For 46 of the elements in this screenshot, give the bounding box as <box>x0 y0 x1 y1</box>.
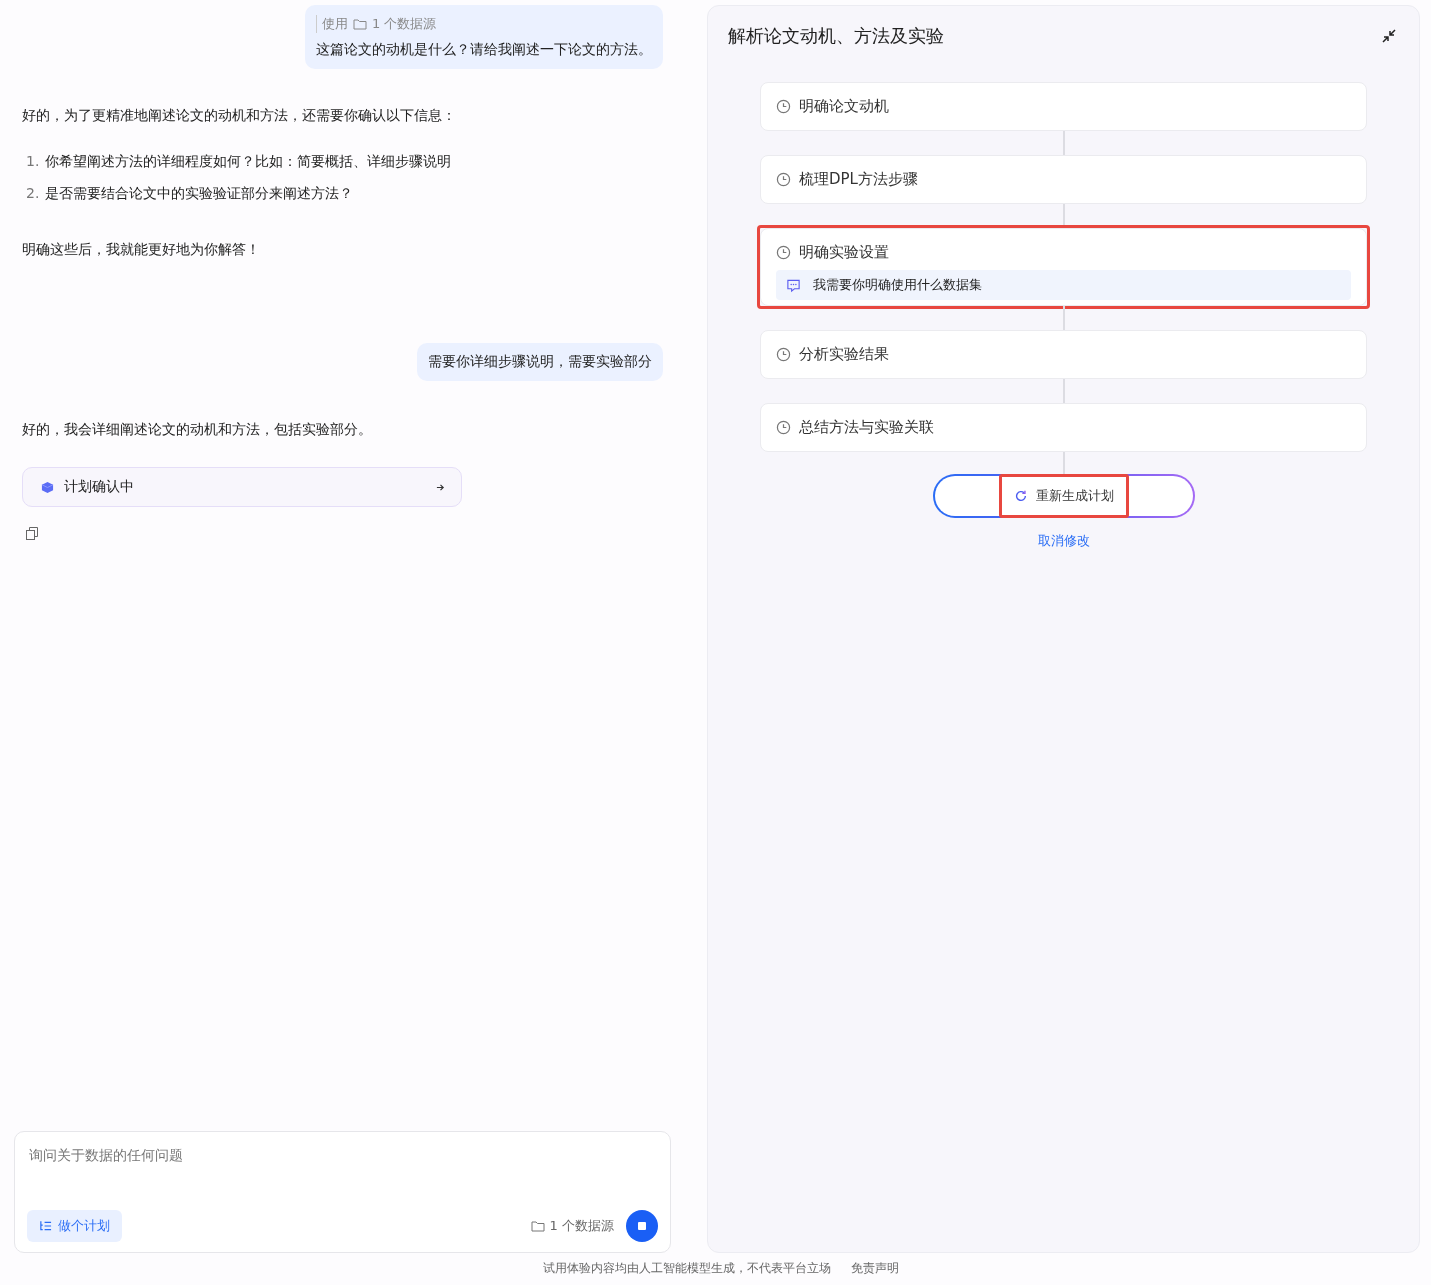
step-label: 总结方法与实验关联 <box>799 418 934 437</box>
source-label: 1 个数据源 <box>372 15 437 33</box>
data-source-label: 1 个数据源 <box>549 1217 614 1235</box>
plan-step-card[interactable]: 明确实验设置 我需要你明确使用什么数据集 <box>760 228 1367 306</box>
list-item-text: 你希望阐述方法的详细程度如何？比如：简要概括、详细步骤说明 <box>45 153 452 171</box>
step-note-text: 我需要你明确使用什么数据集 <box>813 276 982 294</box>
clock-icon <box>776 245 791 260</box>
step-label: 分析实验结果 <box>799 345 889 364</box>
plan-status-label: 计划确认中 <box>64 478 135 496</box>
collapse-icon[interactable] <box>1381 28 1397 44</box>
list-icon <box>39 1220 52 1232</box>
plan-step-card[interactable]: 梳理DPL方法步骤 <box>760 155 1367 204</box>
step-label: 明确实验设置 <box>799 243 889 262</box>
copy-icon[interactable] <box>26 527 38 540</box>
user-message-text: 这篇论文的动机是什么？请给我阐述一下论文的方法。 <box>316 41 652 59</box>
folder-icon <box>353 18 367 30</box>
assistant-message-text: 明确这些后，我就能更好地为你解答！ <box>22 240 261 259</box>
disclaimer-link[interactable]: 免责声明 <box>850 1260 899 1277</box>
source-prefix: 使用 <box>322 15 348 33</box>
cube-icon <box>41 480 54 494</box>
clock-icon <box>776 172 791 187</box>
disclaimer-text: 试用体验内容均由人工智能模型生成，不代表平台立场 <box>542 1260 831 1277</box>
step-label: 明确论文动机 <box>799 97 889 116</box>
make-plan-button[interactable]: 做个计划 <box>27 1210 122 1242</box>
user-message-text: 需要你详细步骤说明，需要实验部分 <box>428 353 652 371</box>
plan-step-card[interactable]: 明确论文动机 <box>760 82 1367 131</box>
list-item-text: 是否需要结合论文中的实验验证部分来阐述方法？ <box>45 185 354 203</box>
clock-icon <box>776 347 791 362</box>
assistant-message-text: 好的，我会详细阐述论文的动机和方法，包括实验部分。 <box>22 420 373 439</box>
assistant-message-text: 好的，为了更精准地阐述论文的动机和方法，还需要你确认以下信息： <box>22 106 457 125</box>
plan-step-card[interactable]: 分析实验结果 <box>760 330 1367 379</box>
plan-title: 解析论文动机、方法及实验 <box>728 24 944 48</box>
cancel-edit-link[interactable]: 取消修改 <box>1037 532 1090 550</box>
chat-input-box[interactable]: 询问关于数据的任何问题 做个计划 1 个数据源 <box>14 1131 671 1253</box>
refresh-icon <box>1013 489 1028 503</box>
stop-button[interactable] <box>626 1210 658 1242</box>
clock-icon <box>776 99 791 114</box>
chat-bubble-icon <box>786 277 801 293</box>
folder-icon <box>530 1220 545 1232</box>
plan-step-card[interactable]: 总结方法与实验关联 <box>760 403 1367 452</box>
clock-icon <box>776 420 791 435</box>
step-label: 梳理DPL方法步骤 <box>799 170 918 189</box>
list-number: 2. <box>26 185 40 203</box>
list-number: 1. <box>26 153 40 171</box>
arrow-right-icon <box>436 482 445 492</box>
plan-status-card[interactable]: 计划确认中 <box>22 467 462 507</box>
